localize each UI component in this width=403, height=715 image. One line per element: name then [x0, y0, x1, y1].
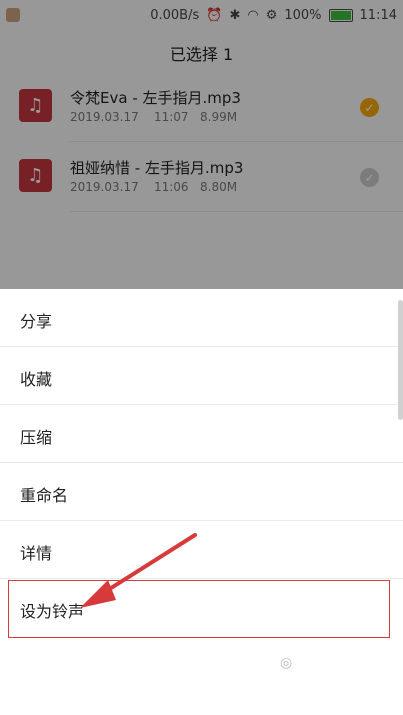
annotation-arrow-icon — [80, 533, 197, 608]
watermark-logo-icon: ◎ — [280, 655, 293, 671]
